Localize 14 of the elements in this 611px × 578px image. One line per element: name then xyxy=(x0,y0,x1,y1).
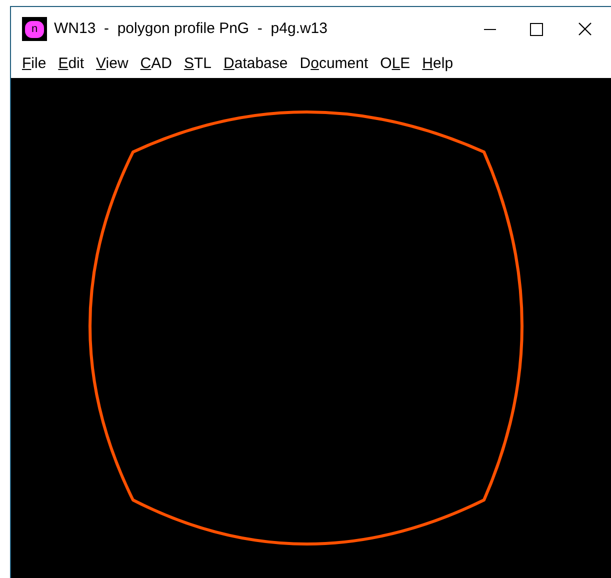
menu-item[interactable]: Document xyxy=(300,53,368,76)
maximize-icon xyxy=(530,22,542,36)
window-title: WN13 - polygon profile PnG - p4g.w13 xyxy=(54,18,328,39)
menu-item[interactable]: Database xyxy=(224,53,288,76)
menu-item[interactable]: CAD xyxy=(140,53,172,76)
close-icon xyxy=(578,22,592,36)
menu-item[interactable]: Help xyxy=(422,53,454,76)
menu-item[interactable]: Edit xyxy=(58,53,84,76)
menu-item[interactable]: File xyxy=(22,53,46,76)
minimize-icon xyxy=(484,28,496,30)
menu-item[interactable]: OLE xyxy=(380,53,410,76)
menu-item[interactable]: STL xyxy=(184,53,212,76)
app-icon: n xyxy=(22,17,47,41)
menu-item[interactable]: View xyxy=(96,53,128,76)
